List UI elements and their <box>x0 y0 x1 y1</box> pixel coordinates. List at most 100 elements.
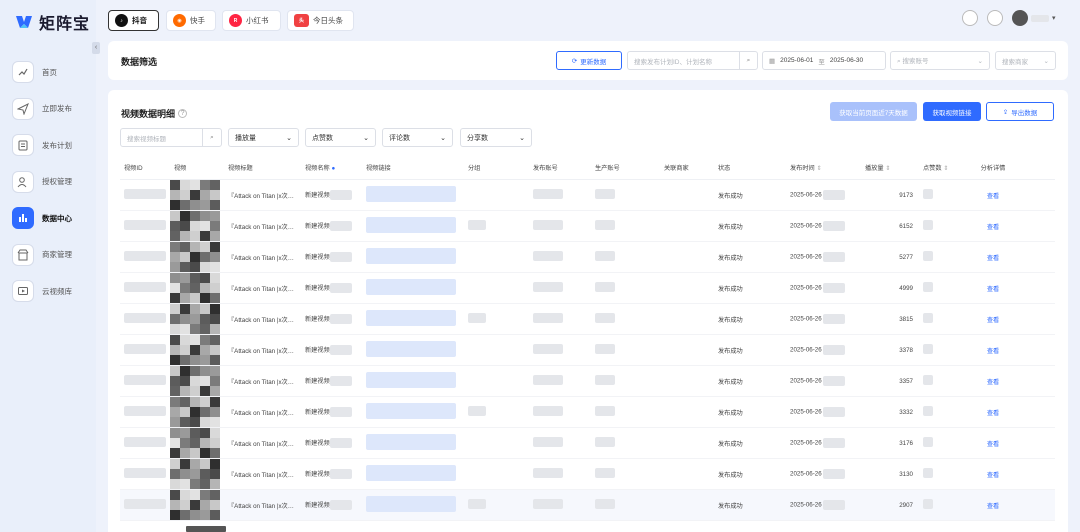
video-thumbnail[interactable] <box>170 179 220 211</box>
sidebar-item-4[interactable]: 数据中心 <box>12 200 92 237</box>
group-blurred <box>468 220 486 230</box>
tab-xiaohongshu[interactable]: R 小红书 <box>222 10 281 31</box>
account-search-select[interactable]: ⌕ 搜索账号 ⌄ <box>890 51 990 70</box>
tab-douyin[interactable]: ♪ 抖音 <box>108 10 159 31</box>
comments-select[interactable]: 评论数 ⌄ <box>382 128 453 147</box>
view-detail-link[interactable]: 查看 <box>987 441 999 448</box>
table-cell <box>529 189 591 201</box>
video-thumbnail[interactable] <box>170 396 220 428</box>
fetch-recent-7day-button[interactable]: 获取当前页面近7天数据 <box>830 102 917 121</box>
table-cell <box>919 499 955 511</box>
collapse-sidebar-button[interactable]: ‹ <box>92 42 100 54</box>
plays-select[interactable]: 播放量 ⌄ <box>228 128 299 147</box>
video-name-blurred <box>329 376 352 387</box>
table-cell: 新建视频 <box>301 438 362 449</box>
video-thumbnail[interactable] <box>170 489 220 521</box>
publish-time: 2025-06-26 <box>790 284 822 292</box>
video-link-blurred[interactable] <box>366 434 456 450</box>
video-link-blurred[interactable] <box>366 341 456 357</box>
get-video-links-button[interactable]: 获取视频链接 <box>923 102 981 121</box>
view-detail-link[interactable]: 查看 <box>987 472 999 479</box>
tab-toutiao[interactable]: 头 今日头条 <box>287 10 354 31</box>
book-icon[interactable] <box>962 10 978 26</box>
refresh-label: 更新数据 <box>580 58 607 66</box>
column-header[interactable]: 点赞数 ⇕ <box>919 163 955 172</box>
title-search-input[interactable]: 搜索视频标题 ⌕ <box>120 128 222 147</box>
sidebar-item-1[interactable]: 立即发布 <box>12 91 92 128</box>
search-icon[interactable]: ⌕ <box>739 52 757 69</box>
view-detail-link[interactable]: 查看 <box>987 286 999 293</box>
video-thumbnail[interactable] <box>170 241 220 273</box>
logo-icon <box>14 12 34 32</box>
table-cell <box>120 375 170 387</box>
video-thumbnail[interactable] <box>170 334 220 366</box>
tab-kuaishou[interactable]: ◉ 快手 <box>166 10 216 31</box>
video-link-blurred[interactable] <box>366 372 456 388</box>
video-link-blurred[interactable] <box>366 310 456 326</box>
producer-account-blurred <box>595 189 615 199</box>
view-detail-link[interactable]: 查看 <box>987 410 999 417</box>
chevron-down-icon: ⌄ <box>977 57 983 65</box>
view-detail-link[interactable]: 查看 <box>987 379 999 386</box>
video-name: 新建视频 <box>305 222 330 230</box>
video-name: 新建视频 <box>305 191 330 199</box>
sidebar-item-3[interactable]: 授权管理 <box>12 164 92 201</box>
view-detail-link[interactable]: 查看 <box>987 348 999 355</box>
table-cell <box>919 344 955 356</box>
plan-search-input[interactable]: 搜索发布计划ID、计划名称 ⌕ <box>627 51 758 70</box>
shares-select[interactable]: 分享数 ⌄ <box>460 128 532 147</box>
view-detail-link[interactable]: 查看 <box>987 255 999 262</box>
video-id-blurred <box>124 437 166 447</box>
view-detail-link[interactable]: 查看 <box>987 193 999 200</box>
video-link-blurred[interactable] <box>366 279 456 295</box>
video-thumbnail[interactable] <box>170 427 220 459</box>
column-header[interactable]: 播放量 ⇕ <box>861 163 919 172</box>
video-thumbnail[interactable] <box>170 303 220 335</box>
video-thumbnail[interactable] <box>170 272 220 304</box>
likes-blurred <box>923 406 933 416</box>
video-link-blurred[interactable] <box>366 248 456 264</box>
merchant-search-select[interactable]: 搜索商家 ⌄ <box>995 51 1056 70</box>
video-name: 新建视频 <box>305 439 330 447</box>
sidebar-item-2[interactable]: 发布计划 <box>12 127 92 164</box>
sidebar-item-5[interactable]: 商家管理 <box>12 237 92 274</box>
export-data-button[interactable]: ⇪ 导出数据 <box>986 102 1054 121</box>
view-detail-link[interactable]: 查看 <box>987 224 999 231</box>
publish-account-blurred <box>533 220 563 230</box>
sidebar-item-label: 授权管理 <box>42 177 72 187</box>
table-cell: 『Attack on Titan |x次… <box>224 377 301 386</box>
time-blurred <box>823 314 846 324</box>
help-icon[interactable]: ? <box>178 109 188 118</box>
view-detail-link[interactable]: 查看 <box>987 317 999 324</box>
video-link-blurred[interactable] <box>366 217 456 233</box>
likes-blurred <box>923 189 933 199</box>
refresh-data-button[interactable]: ⟳ 更新数据 <box>556 51 622 70</box>
column-header: 视频链接 <box>362 163 464 172</box>
table-cell <box>919 251 955 263</box>
tab-label: 小红书 <box>246 16 269 25</box>
video-thumbnail[interactable] <box>170 365 220 397</box>
play-count: 9173 <box>899 191 913 199</box>
play-count: 3332 <box>899 408 913 416</box>
likes-select[interactable]: 点赞数 ⌄ <box>305 128 376 147</box>
video-link-blurred[interactable] <box>366 465 456 481</box>
table-row: 『Attack on Titan |x次… 新建视频 发布成功 2025-06-26 … <box>120 427 1055 459</box>
column-header[interactable]: 发布时间 ⇕ <box>786 163 861 172</box>
video-thumbnail[interactable] <box>170 210 220 242</box>
bell-icon[interactable] <box>987 10 1003 26</box>
date-range-picker[interactable]: ▦ 2025-06-01 至 2025-06-30 <box>762 51 886 70</box>
status-text: 发布成功 <box>718 409 743 417</box>
search-icon[interactable]: ⌕ <box>202 129 221 146</box>
video-thumbnail[interactable] <box>170 458 220 490</box>
column-header: 生产账号 <box>591 163 660 172</box>
video-name-blurred <box>329 190 352 201</box>
table-cell <box>120 313 170 325</box>
video-link-blurred[interactable] <box>366 403 456 419</box>
sidebar-item-6[interactable]: 云视频库 <box>12 273 92 310</box>
sidebar-item-0[interactable]: 首页 <box>12 54 92 91</box>
view-detail-link[interactable]: 查看 <box>987 503 999 510</box>
video-link-blurred[interactable] <box>366 186 456 202</box>
user-menu[interactable]: ▾ <box>1012 10 1056 26</box>
video-link-blurred[interactable] <box>366 496 456 512</box>
table-header: 视频ID 视频 视频标题 视频名称 ● 视频链接 分组 发布账号 生产账号 关联商家 状态 发布时间… <box>120 156 1055 180</box>
